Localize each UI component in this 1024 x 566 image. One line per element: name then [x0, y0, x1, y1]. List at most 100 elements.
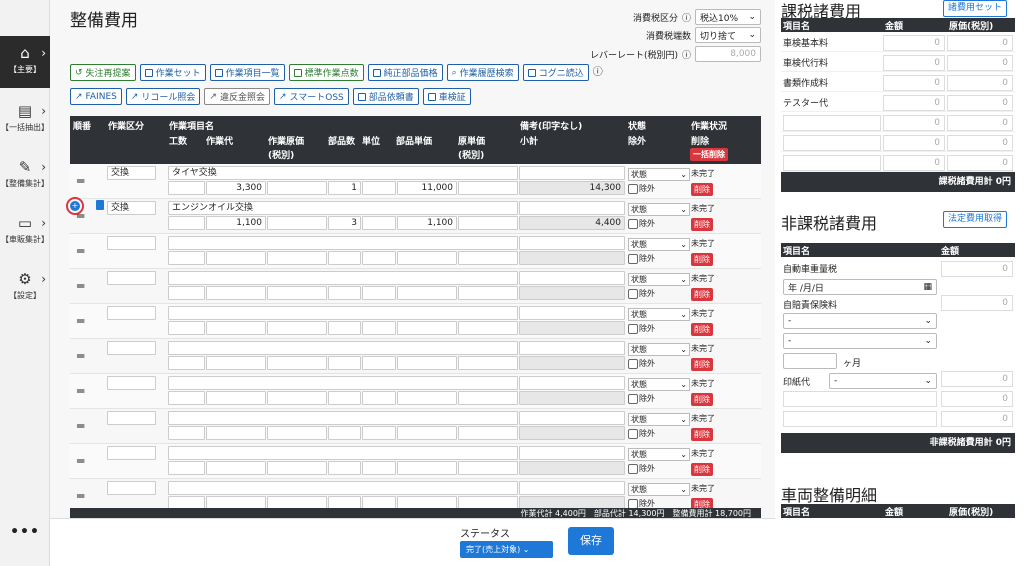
exclude-checkbox[interactable]: 除外 [628, 253, 655, 264]
state-select[interactable]: 状態 ⌄ [628, 378, 690, 391]
exclude-checkbox[interactable]: 除外 [628, 323, 655, 334]
work-item-input[interactable] [168, 236, 518, 250]
checkbox-box[interactable] [628, 463, 638, 474]
labor-cost-input[interactable] [267, 321, 327, 335]
state-select[interactable]: 状態 ⌄ [628, 168, 690, 181]
insurance-select-2[interactable]: - ⌄ [783, 333, 937, 349]
cost-price-input[interactable] [458, 286, 518, 300]
cost-price-input[interactable] [458, 356, 518, 370]
fee-cost-input[interactable]: 0 [947, 115, 1013, 131]
cost-price-input[interactable] [458, 461, 518, 475]
delete-row-button[interactable]: 削除 [691, 393, 713, 406]
exclude-checkbox[interactable]: 除外 [628, 218, 655, 229]
violation-fine-lookup-button[interactable]: ↗ 違反金照会 [204, 88, 270, 105]
labor-cost-input[interactable] [267, 461, 327, 475]
labor-cost-input[interactable] [267, 391, 327, 405]
work-type-input[interactable] [107, 376, 156, 390]
parts-price-input[interactable] [397, 426, 457, 440]
drag-handle-icon[interactable]: ═ [77, 314, 84, 328]
work-type-input[interactable] [107, 271, 156, 285]
copy-icon[interactable] [96, 200, 104, 210]
fee-cost-input[interactable]: 0 [947, 135, 1013, 151]
labor-cost-input[interactable] [267, 286, 327, 300]
unit-input[interactable] [362, 321, 396, 335]
notes-input[interactable] [519, 446, 625, 460]
fee-amount-input[interactable]: 0 [883, 35, 945, 51]
legal-fee-fetch-button[interactable]: 法定費用取得 [943, 211, 1008, 228]
stamp-amount[interactable]: 0 [941, 371, 1013, 387]
cost-price-input[interactable] [458, 426, 518, 440]
parts-price-input[interactable]: 1,100 [397, 216, 457, 230]
work-type-input[interactable]: 交換 [107, 201, 156, 215]
checkbox-box[interactable] [628, 428, 638, 439]
delete-row-button[interactable]: 削除 [691, 428, 713, 441]
delete-row-button[interactable]: 削除 [691, 218, 713, 231]
labor-input[interactable] [206, 286, 266, 300]
smart-oss-button[interactable]: ↗ スマートOSS [273, 88, 349, 105]
drag-handle-icon[interactable]: ═ [77, 279, 84, 293]
cost-price-input[interactable] [458, 391, 518, 405]
parts-price-input[interactable] [397, 356, 457, 370]
unit-input[interactable] [362, 216, 396, 230]
work-type-input[interactable] [107, 411, 156, 425]
parts-price-input[interactable] [397, 461, 457, 475]
fee-name-input[interactable] [783, 115, 881, 131]
delete-row-button[interactable]: 削除 [691, 463, 713, 476]
fee-name-input[interactable] [783, 135, 881, 151]
labor-cost-input[interactable] [267, 426, 327, 440]
parts-qty-input[interactable] [328, 426, 361, 440]
delete-row-button[interactable]: 削除 [691, 288, 713, 301]
labor-input[interactable] [206, 251, 266, 265]
drag-handle-icon[interactable]: ═ [77, 349, 84, 363]
standard-work-points-button[interactable]: 標準作業点数 [288, 64, 364, 81]
exclude-checkbox[interactable]: 除外 [628, 183, 655, 194]
sidebar-item-maintenance-summary[interactable]: ✎ 【整備集計】 › [0, 150, 50, 202]
fee-amount-input[interactable]: 0 [883, 95, 945, 111]
notes-input[interactable] [519, 481, 625, 495]
extra-name-1[interactable] [783, 391, 937, 407]
work-type-input[interactable] [107, 306, 156, 320]
fee-amount-input[interactable]: 0 [883, 75, 945, 91]
cost-price-input[interactable] [458, 251, 518, 265]
months-input[interactable] [783, 353, 837, 369]
checkbox-box[interactable] [628, 323, 638, 334]
state-select[interactable]: 状態 ⌄ [628, 448, 690, 461]
parts-price-input[interactable] [397, 251, 457, 265]
labor-cost-input[interactable] [267, 216, 327, 230]
hours-input[interactable] [168, 461, 205, 475]
labor-cost-input[interactable] [267, 181, 327, 195]
cost-price-input[interactable] [458, 321, 518, 335]
labor-cost-input[interactable] [267, 356, 327, 370]
exclude-checkbox[interactable]: 除外 [628, 288, 655, 299]
unit-input[interactable] [362, 251, 396, 265]
parts-qty-input[interactable]: 1 [328, 181, 361, 195]
fee-amount-input[interactable]: 0 [883, 155, 945, 171]
work-type-input[interactable] [107, 236, 156, 250]
state-select[interactable]: 状態 ⌄ [628, 238, 690, 251]
lost-order-reproposal-button[interactable]: ↺ 失注再提案 [70, 64, 136, 81]
extra-name-2[interactable] [783, 411, 937, 427]
notes-input[interactable] [519, 411, 625, 425]
notes-input[interactable] [519, 376, 625, 390]
parts-price-input[interactable]: 11,000 [397, 181, 457, 195]
parts-price-input[interactable] [397, 391, 457, 405]
labor-input[interactable]: 3,300 [206, 181, 266, 195]
save-button[interactable]: 保存 [568, 527, 614, 555]
state-select[interactable]: 状態 ⌄ [628, 483, 690, 496]
delete-row-button[interactable]: 削除 [691, 358, 713, 371]
state-select[interactable]: 状態 ⌄ [628, 273, 690, 286]
bulk-delete-button[interactable]: 一括削除 [690, 148, 728, 161]
hours-input[interactable] [168, 391, 205, 405]
sidebar-item-main[interactable]: ⌂ 【主要】 › [0, 36, 50, 88]
parts-qty-input[interactable] [328, 286, 361, 300]
checkbox-box[interactable] [628, 498, 638, 509]
checkbox-box[interactable] [628, 393, 638, 404]
parts-qty-input[interactable]: 3 [328, 216, 361, 230]
parts-qty-input[interactable] [328, 356, 361, 370]
fee-cost-input[interactable]: 0 [947, 95, 1013, 111]
fee-cost-input[interactable]: 0 [947, 75, 1013, 91]
drag-handle-icon[interactable]: ═ [77, 244, 84, 258]
notes-input[interactable] [519, 341, 625, 355]
faines-button[interactable]: ↗ FAINES [70, 88, 122, 105]
notes-input[interactable] [519, 306, 625, 320]
